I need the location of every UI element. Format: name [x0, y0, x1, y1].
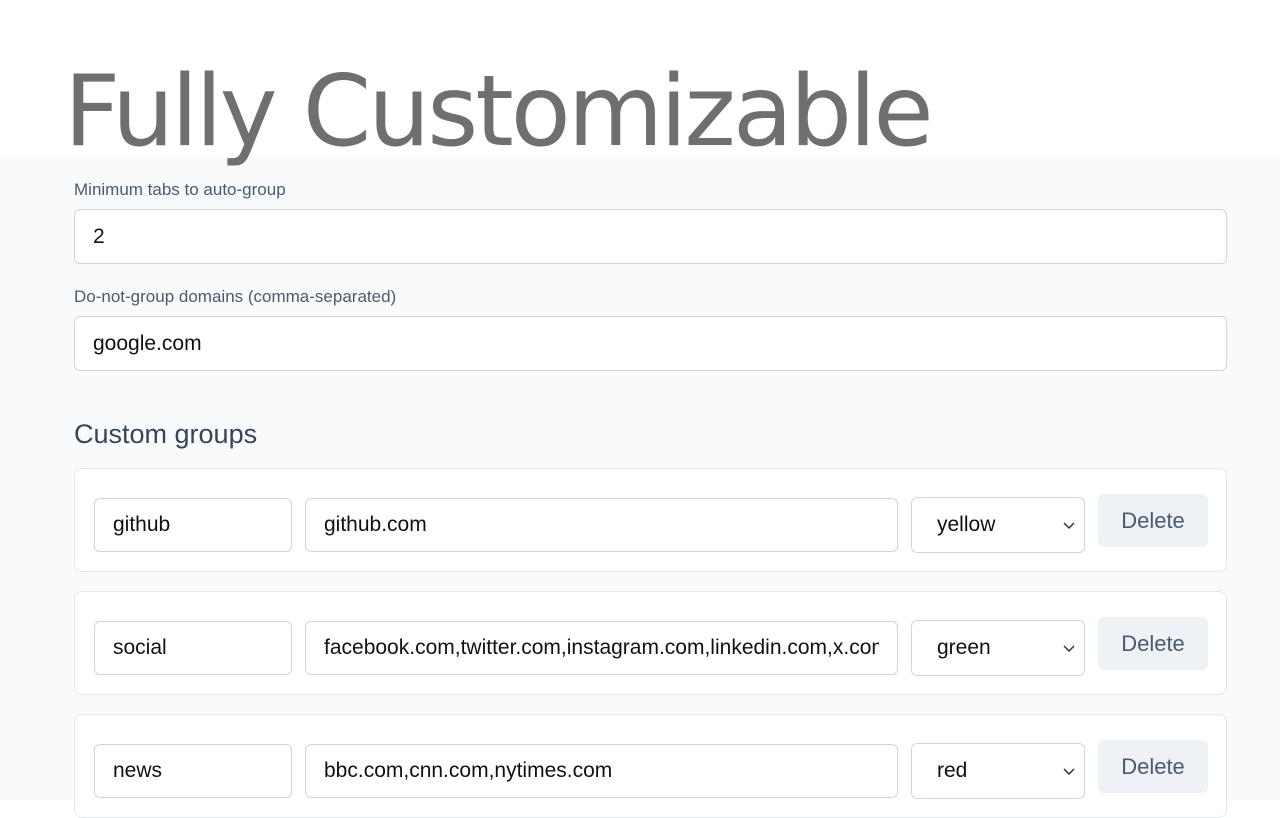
group-color-value: red	[937, 759, 968, 782]
custom-group-row: green Delete	[74, 591, 1227, 695]
delete-group-button[interactable]: Delete	[1098, 617, 1208, 670]
custom-group-row: yellow Delete	[74, 468, 1227, 572]
group-name-input[interactable]	[94, 744, 292, 798]
hero-title: Fully Customizable	[64, 55, 934, 169]
min-tabs-label: Minimum tabs to auto-group	[74, 180, 286, 199]
group-domains-input[interactable]	[305, 744, 898, 798]
custom-groups-title: Custom groups	[74, 419, 258, 449]
custom-group-row: red Delete	[74, 714, 1227, 818]
delete-group-button[interactable]: Delete	[1098, 740, 1208, 793]
group-domains-input[interactable]	[305, 621, 898, 675]
group-color-select[interactable]: yellow	[911, 497, 1085, 553]
group-color-value: yellow	[937, 513, 996, 536]
chevron-down-icon	[1063, 768, 1075, 776]
hero-banner: Fully Customizable	[0, 0, 1280, 169]
chevron-down-icon	[1063, 645, 1075, 653]
group-color-select[interactable]: red	[911, 743, 1085, 799]
delete-group-button[interactable]: Delete	[1098, 494, 1208, 547]
group-name-input[interactable]	[94, 498, 292, 552]
group-color-select[interactable]: green	[911, 620, 1085, 676]
group-name-input[interactable]	[94, 621, 292, 675]
chevron-down-icon	[1063, 522, 1075, 530]
min-tabs-input[interactable]	[74, 209, 1227, 264]
exclude-domains-input[interactable]	[74, 316, 1227, 371]
group-color-value: green	[937, 636, 991, 659]
exclude-domains-label: Do-not-group domains (comma-separated)	[74, 287, 397, 306]
group-domains-input[interactable]	[305, 498, 898, 552]
settings-panel: Minimum tabs to auto-group Do-not-group …	[0, 159, 1280, 818]
